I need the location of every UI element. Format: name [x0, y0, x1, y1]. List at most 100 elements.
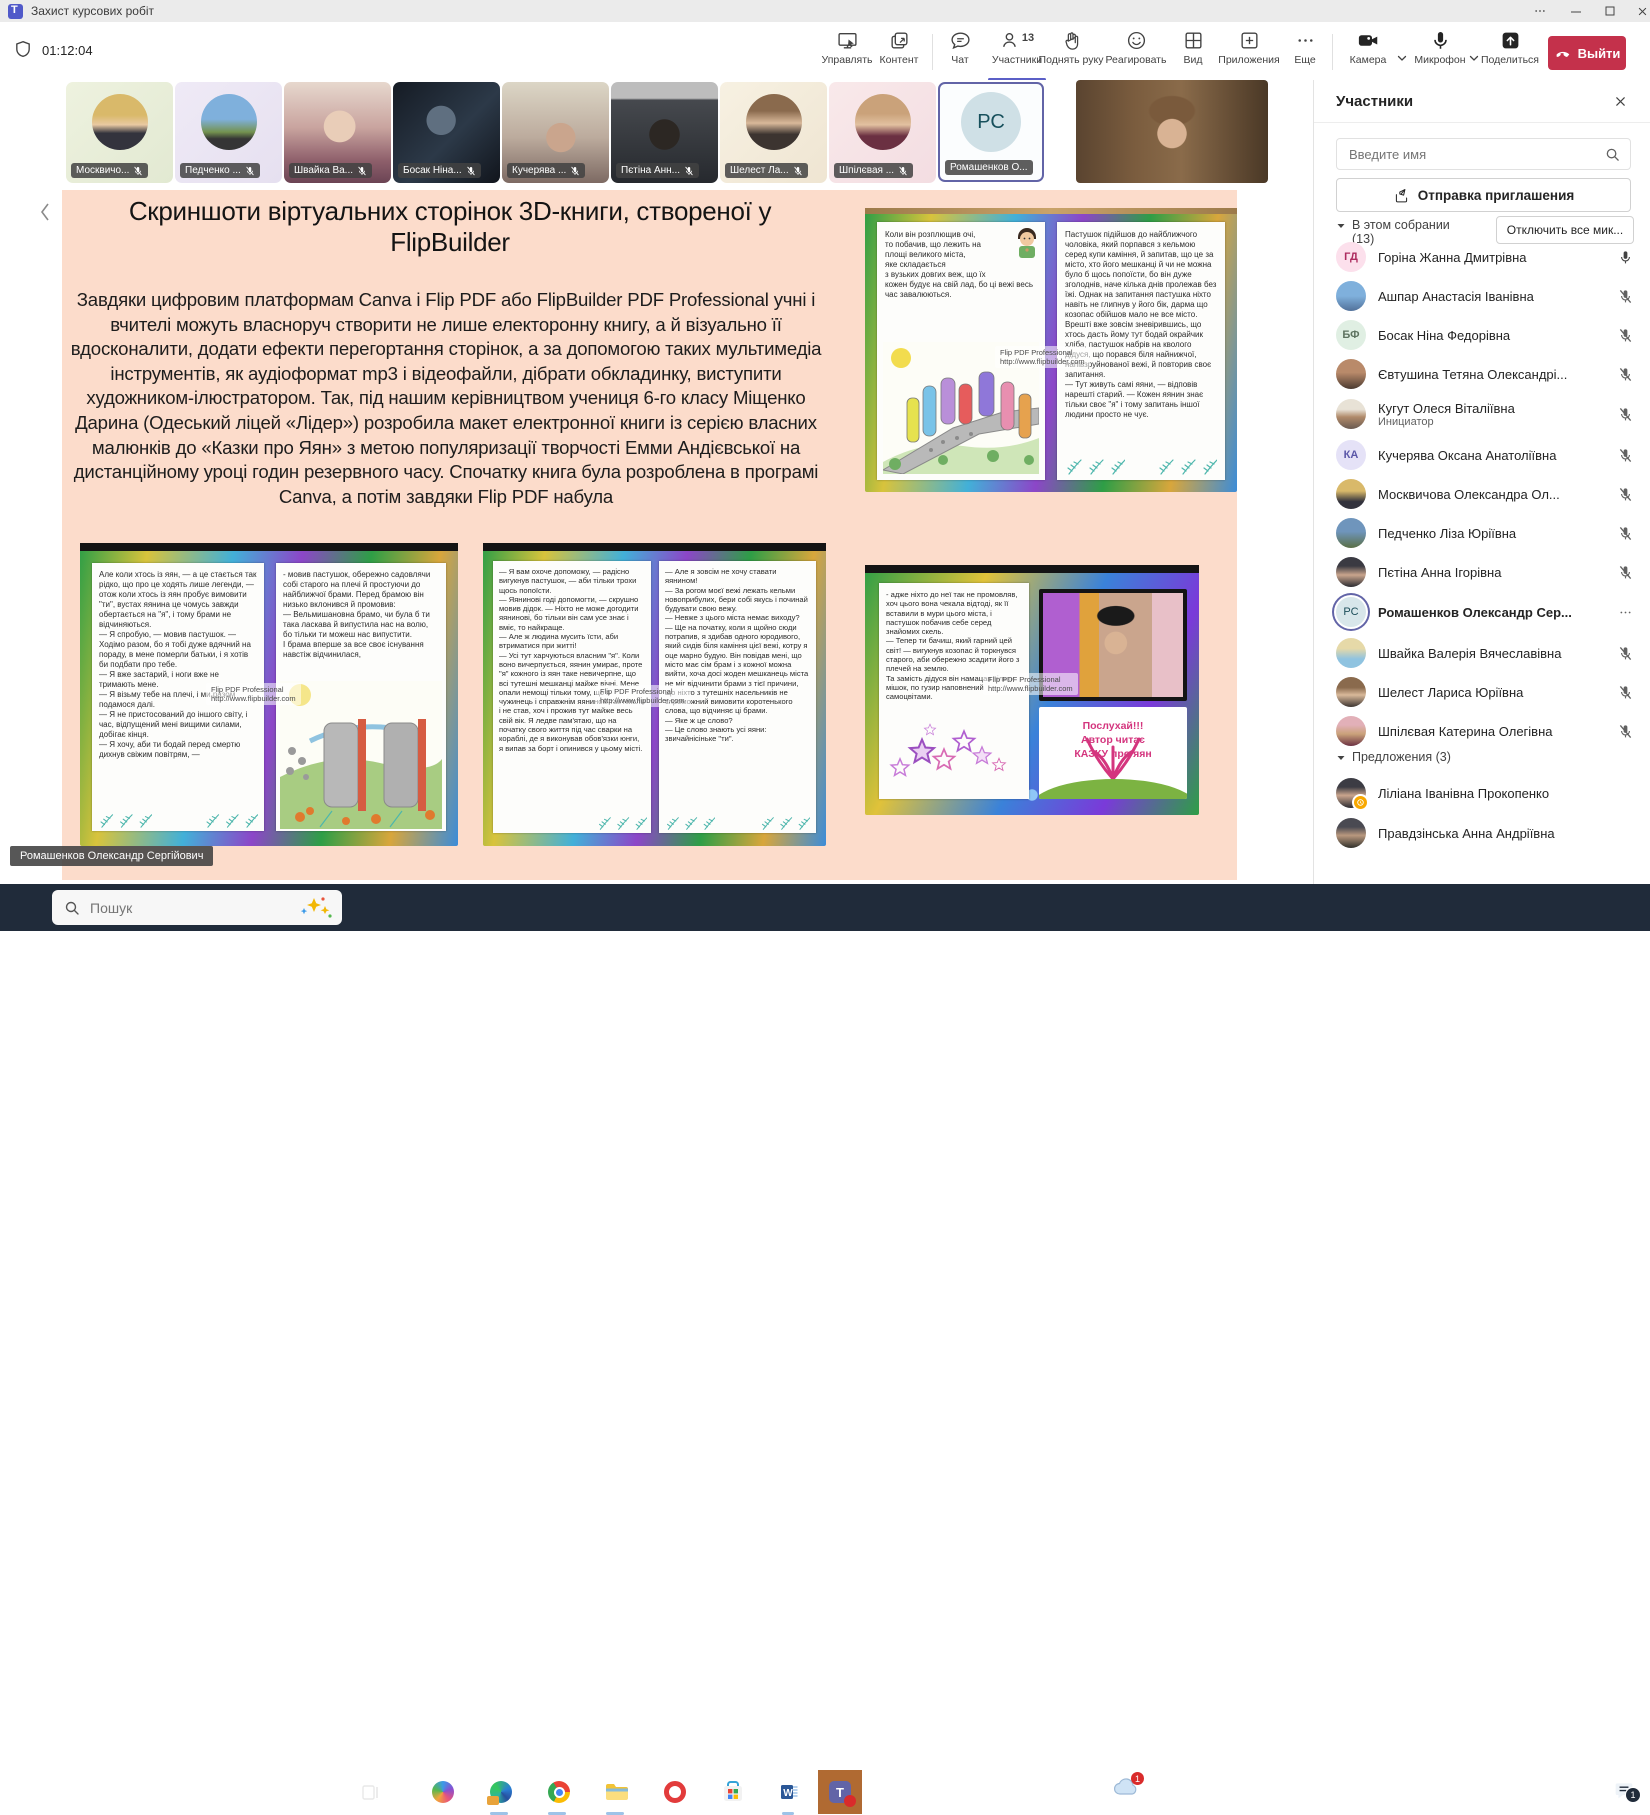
mic-off-icon[interactable]	[1618, 407, 1633, 422]
ms-store-app-icon[interactable]	[720, 1779, 746, 1805]
tile-name-label: Шелест Ла...	[730, 165, 789, 176]
mic-off-icon[interactable]	[1618, 526, 1633, 541]
flipbuilder-watermark: Flip PDF Professional http://www.flipbui…	[995, 346, 1090, 368]
participant-row[interactable]: Пєтіна Анна Ігорівна	[1336, 555, 1633, 589]
video-tile[interactable]: Москвичо...	[66, 82, 173, 183]
more-options-icon[interactable]	[1618, 605, 1633, 620]
invite-button[interactable]: Отправка приглашения	[1336, 178, 1631, 212]
tile-name-label: Пєтіна Анн...	[621, 165, 681, 176]
react-button[interactable]: Реагировать	[1100, 30, 1172, 76]
copilot-app-icon[interactable]	[430, 1779, 456, 1805]
panel-close-icon[interactable]	[1614, 95, 1627, 108]
book-page-text: - адже ніхто до неї так не промовляв, хо…	[886, 590, 1020, 702]
weather-widget[interactable]: 1 19°C Mostly cloudy	[1112, 1772, 1264, 1797]
participant-row[interactable]: КА Кучерява Оксана Анатоліївна	[1336, 438, 1633, 472]
video-tile[interactable]: Швайка Ва...	[284, 82, 391, 183]
participant-row[interactable]: Шелест Лариса Юріївна	[1336, 675, 1633, 709]
language-indicator[interactable]: УКР	[1485, 1781, 1508, 1795]
participant-row[interactable]: Швайка Валерія Вячеславівна	[1336, 636, 1633, 670]
word-app-icon[interactable]: W	[778, 1779, 804, 1805]
mic-off-icon[interactable]	[1618, 685, 1633, 700]
tray-mic-icon[interactable]	[1360, 1781, 1373, 1796]
file-explorer-app-icon[interactable]	[604, 1779, 630, 1805]
mic-off-icon[interactable]	[1618, 289, 1633, 304]
participant-search-input[interactable]	[1347, 145, 1605, 163]
view-button[interactable]: Вид	[1174, 30, 1212, 76]
battery-icon[interactable]	[1387, 1782, 1407, 1795]
camera-button[interactable]: Камера	[1342, 30, 1394, 76]
video-tile[interactable]: Кучерява ...	[502, 82, 609, 183]
video-tile[interactable]: Шелест Ла...	[720, 82, 827, 183]
volume-icon[interactable]	[1421, 1781, 1439, 1795]
filmstrip-prev-icon[interactable]	[36, 198, 54, 226]
task-view-button[interactable]	[358, 1779, 384, 1805]
cast-icon[interactable]	[1328, 1780, 1346, 1796]
search-icon	[64, 900, 80, 916]
book-page-text: - мовив пастушок, обережно садовлячи соб…	[283, 570, 431, 659]
participant-row-presenter[interactable]: РС Ромашенков Олександр Сер...	[1336, 595, 1633, 629]
video-tile[interactable]: Пєтіна Анн...	[611, 82, 718, 183]
slide-paragraph: Завдяки цифровим платформам Canva і Flip…	[70, 289, 822, 507]
participant-row[interactable]: Москвичова Олександра Ол...	[1336, 477, 1633, 511]
participant-row[interactable]: ГД Горіна Жанна Дмитрівна	[1336, 240, 1633, 274]
start-button[interactable]	[14, 1783, 31, 1800]
more-button[interactable]: Еще	[1286, 30, 1324, 76]
window-more-icon[interactable]	[1524, 0, 1556, 22]
notification-center-button[interactable]: 1	[1614, 1780, 1641, 1803]
video-tile[interactable]: Босак Ніна...	[393, 82, 500, 183]
taskbar-search-box[interactable]	[52, 890, 342, 925]
leaf-decoration	[760, 816, 810, 831]
mic-on-icon[interactable]	[1618, 250, 1633, 265]
mic-off-icon[interactable]	[1618, 724, 1633, 739]
content-button[interactable]: Контент	[872, 30, 926, 76]
window-close-button[interactable]	[1626, 0, 1650, 22]
camera-options-chevron-icon[interactable]	[1396, 52, 1408, 64]
raise-hand-button[interactable]: Поднять руку	[1038, 30, 1104, 76]
search-icon	[1605, 147, 1620, 162]
participant-row[interactable]: Євтушина Тетяна Олександрі...	[1336, 357, 1633, 391]
mic-off-icon	[898, 166, 908, 176]
flipbuilder-watermark: Flip PDF Professional http://www.flipbui…	[206, 683, 301, 705]
opera-app-icon[interactable]	[662, 1779, 688, 1805]
video-tile[interactable]: Педченко ...	[175, 82, 282, 183]
microphone-button[interactable]: Микрофон	[1410, 30, 1470, 76]
edge-app-icon[interactable]	[487, 1779, 514, 1805]
card-text: Автор читає	[1081, 734, 1145, 746]
taskbar-search-input[interactable]	[88, 898, 296, 917]
teams-app-icon-active[interactable]: T	[818, 1770, 862, 1814]
share-button[interactable]: Поделиться	[1478, 30, 1542, 76]
window-minimize-button[interactable]	[1560, 0, 1592, 22]
participant-row[interactable]: Ашпар Анастасія Іванівна	[1336, 279, 1633, 313]
video-tile-active-speaker[interactable]: РС Ромашенков О...	[938, 82, 1044, 182]
chat-button[interactable]: Чат	[938, 30, 982, 76]
manage-button[interactable]: Управлять	[818, 30, 876, 76]
leave-button[interactable]: Выйти	[1548, 36, 1626, 70]
section-suggestions[interactable]: Предложения (3)	[1336, 750, 1451, 764]
participant-search-field[interactable]	[1336, 138, 1631, 170]
taskbar-clock[interactable]: 14:08 23.05.2025	[1518, 1773, 1602, 1809]
window-titlebar: T Захист курсових робіт	[0, 0, 1650, 23]
wifi-icon[interactable]	[1453, 1781, 1471, 1795]
mic-off-icon[interactable]	[1618, 367, 1633, 382]
participant-row[interactable]: БФ Босак Ніна Федорівна	[1336, 318, 1633, 352]
suggested-participant-row[interactable]: Правдзінська Анна Андріївна	[1336, 816, 1633, 850]
mic-off-icon[interactable]	[1618, 328, 1633, 343]
mic-off-icon[interactable]	[1618, 565, 1633, 580]
participant-row[interactable]: Шпілєвая Катерина Олегівна	[1336, 714, 1633, 748]
tray-expand-chevron-icon[interactable]	[1300, 1783, 1314, 1793]
video-tile[interactable]: Шпілєвая ...	[829, 82, 936, 183]
mic-off-icon[interactable]	[1618, 487, 1633, 502]
participant-row[interactable]: Кугут Олеся Віталіївна Инициатор	[1336, 394, 1633, 434]
mic-off-icon[interactable]	[1618, 646, 1633, 661]
mic-off-icon[interactable]	[1618, 448, 1633, 463]
apps-button[interactable]: Приложения	[1214, 30, 1284, 76]
participant-row[interactable]: Педченко Ліза Юріївна	[1336, 516, 1633, 550]
chrome-app-icon[interactable]	[546, 1779, 572, 1805]
window-maximize-button[interactable]	[1594, 0, 1626, 22]
meeting-info-shield-icon[interactable]	[14, 40, 32, 58]
chat-icon	[950, 30, 971, 51]
mic-off-icon	[570, 166, 580, 176]
suggested-participant-row[interactable]: Ліліана Іванівна Прокопенко	[1336, 776, 1633, 811]
video-tile-large[interactable]	[1076, 80, 1268, 183]
system-tray: УКР	[1300, 1780, 1508, 1796]
